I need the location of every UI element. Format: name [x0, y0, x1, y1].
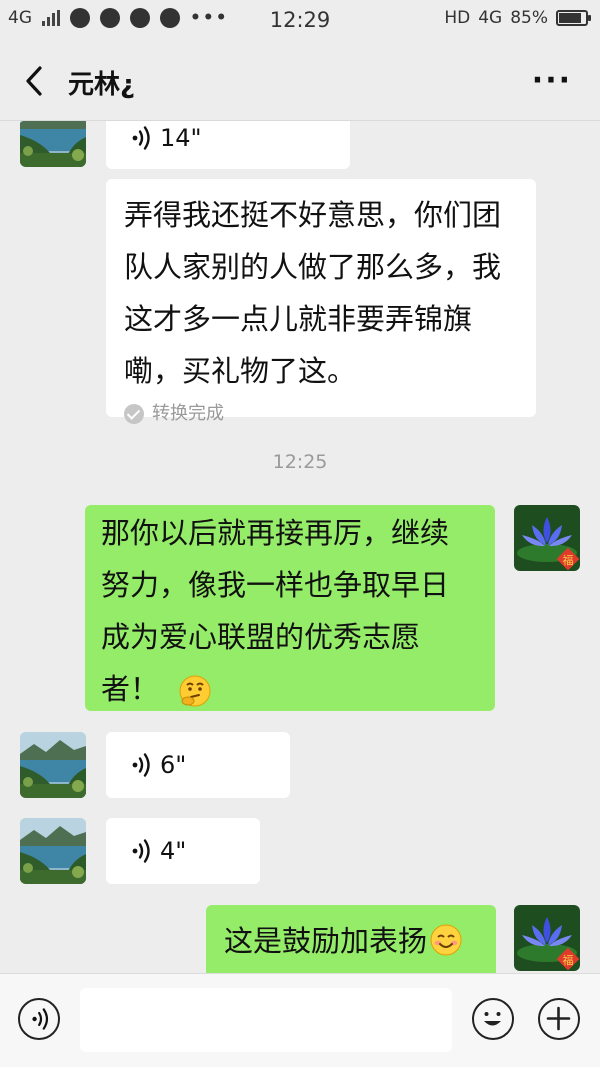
- status-right: HD 4G 85%: [444, 8, 591, 28]
- message-text: 这是鼓励加表扬: [224, 924, 428, 958]
- smiling-face-emoji: [430, 924, 462, 956]
- voice-duration: 4": [160, 837, 187, 865]
- chevron-left-icon[interactable]: [18, 62, 52, 100]
- emoji-icon[interactable]: [472, 998, 514, 1040]
- contact-avatar[interactable]: [20, 121, 86, 167]
- input-bar: [0, 973, 600, 1067]
- plus-icon[interactable]: [538, 998, 580, 1040]
- plus-sign: [546, 1006, 571, 1031]
- smiley-icon: [484, 1012, 501, 1026]
- message-line: 队人家别的人做了那么多，我: [124, 250, 502, 284]
- voice-wave-icon: [130, 125, 154, 151]
- my-avatar[interactable]: [514, 505, 580, 571]
- status-bar: 4G ••• 12:29 HD 4G 85%: [0, 0, 600, 42]
- battery-text: 85%: [510, 8, 548, 28]
- message-line-last: 者！: [101, 663, 477, 715]
- nav-bar: 元林¿ ···: [0, 42, 600, 121]
- voice-message[interactable]: 6": [106, 732, 290, 798]
- convert-status: 转换完成: [124, 401, 518, 427]
- message-line: 那你以后就再接再厉，继续: [101, 516, 450, 550]
- text-message-converted[interactable]: 弄得我还挺不好意思，你们团 队人家别的人做了那么多，我 这才多一点儿就非要弄锦旗…: [106, 179, 536, 424]
- check-circle-icon: [124, 404, 144, 424]
- battery-icon: [556, 10, 591, 26]
- message-line: 嘞，买礼物了这。: [124, 354, 357, 388]
- voice-duration: 14": [160, 124, 202, 152]
- message-line: 弄得我还挺不好意思，你们团: [124, 198, 502, 232]
- convert-status-text: 转换完成: [152, 403, 224, 424]
- network-right-label: 4G: [478, 8, 503, 28]
- message-line: 努力，像我一样也争取早日: [101, 568, 450, 602]
- voice-wave-icon: [130, 838, 154, 864]
- chat-area[interactable]: 14" 弄得我还挺不好意思，你们团 队人家别的人做了那么多，我 这才多一点儿就非…: [0, 121, 600, 973]
- voice-message[interactable]: 14": [106, 121, 350, 169]
- message-line: 这才多一点儿就非要弄锦旗: [124, 302, 473, 336]
- timestamp: 12:25: [272, 451, 328, 473]
- voice-wave-icon: [130, 752, 154, 778]
- my-avatar[interactable]: [514, 905, 580, 971]
- thinking-face-emoji: [179, 675, 211, 707]
- hd-label: HD: [444, 8, 471, 28]
- message-input[interactable]: [80, 988, 452, 1052]
- text-message-sent[interactable]: 这是鼓励加表扬: [206, 905, 496, 973]
- more-dots-icon[interactable]: ···: [532, 66, 572, 96]
- voice-message[interactable]: 4": [106, 818, 260, 884]
- voice-wave-icon: [30, 1007, 52, 1031]
- chat-title: 元林¿: [68, 70, 136, 100]
- message-line: 成为爱心联盟的优秀志愿: [101, 620, 421, 654]
- contact-avatar[interactable]: [20, 732, 86, 798]
- voice-duration: 6": [160, 751, 187, 779]
- voice-mode-icon[interactable]: [18, 998, 60, 1040]
- text-message-sent[interactable]: 那你以后就再接再厉，继续 努力，像我一样也争取早日 成为爱心联盟的优秀志愿 者！: [85, 505, 495, 711]
- contact-avatar[interactable]: [20, 818, 86, 884]
